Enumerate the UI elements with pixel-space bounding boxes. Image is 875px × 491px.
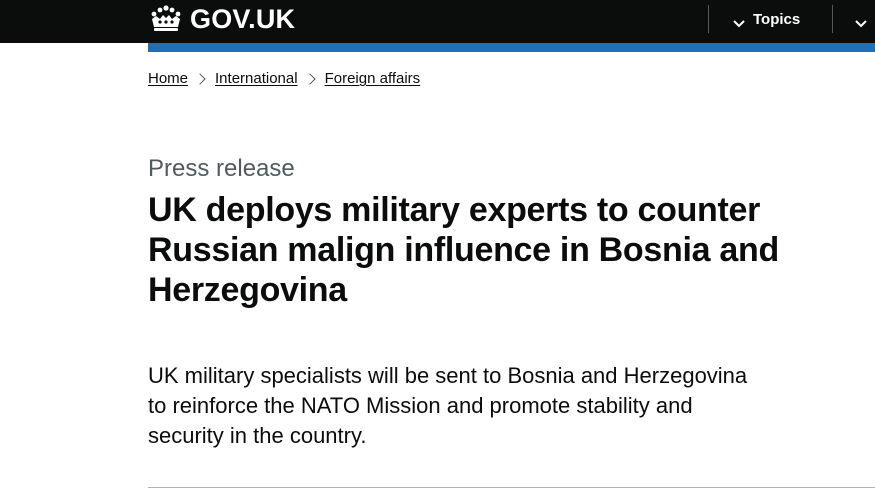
breadcrumb-foreign-affairs[interactable]: Foreign affairs [325, 69, 421, 89]
chevron-down-icon [733, 15, 745, 28]
page-lede: UK military specialists will be sent to … [148, 363, 748, 448]
section-divider [148, 487, 875, 488]
topics-menu-button[interactable]: Topics [733, 8, 800, 30]
site-header: GOV.UK Topics [0, 0, 875, 43]
page-caption: Press release [148, 155, 295, 182]
chevron-right-icon [194, 73, 206, 85]
breadcrumb-home[interactable]: Home [148, 69, 188, 89]
topics-label: Topics [753, 10, 801, 28]
govuk-logo-link[interactable]: GOV.UK [148, 4, 295, 34]
crown-icon [148, 5, 184, 33]
logo-text: GOV.UK [190, 4, 296, 34]
header-divider [832, 5, 833, 33]
breadcrumb: Home International Foreign affairs [148, 69, 420, 89]
search-toggle-button[interactable] [855, 8, 875, 30]
page-title: UK deploys military experts to counter R… [148, 191, 779, 309]
accent-bar [148, 43, 875, 52]
chevron-down-icon [855, 15, 867, 28]
header-divider [708, 5, 709, 33]
chevron-right-icon [303, 73, 316, 85]
breadcrumb-international[interactable]: International [215, 69, 298, 89]
